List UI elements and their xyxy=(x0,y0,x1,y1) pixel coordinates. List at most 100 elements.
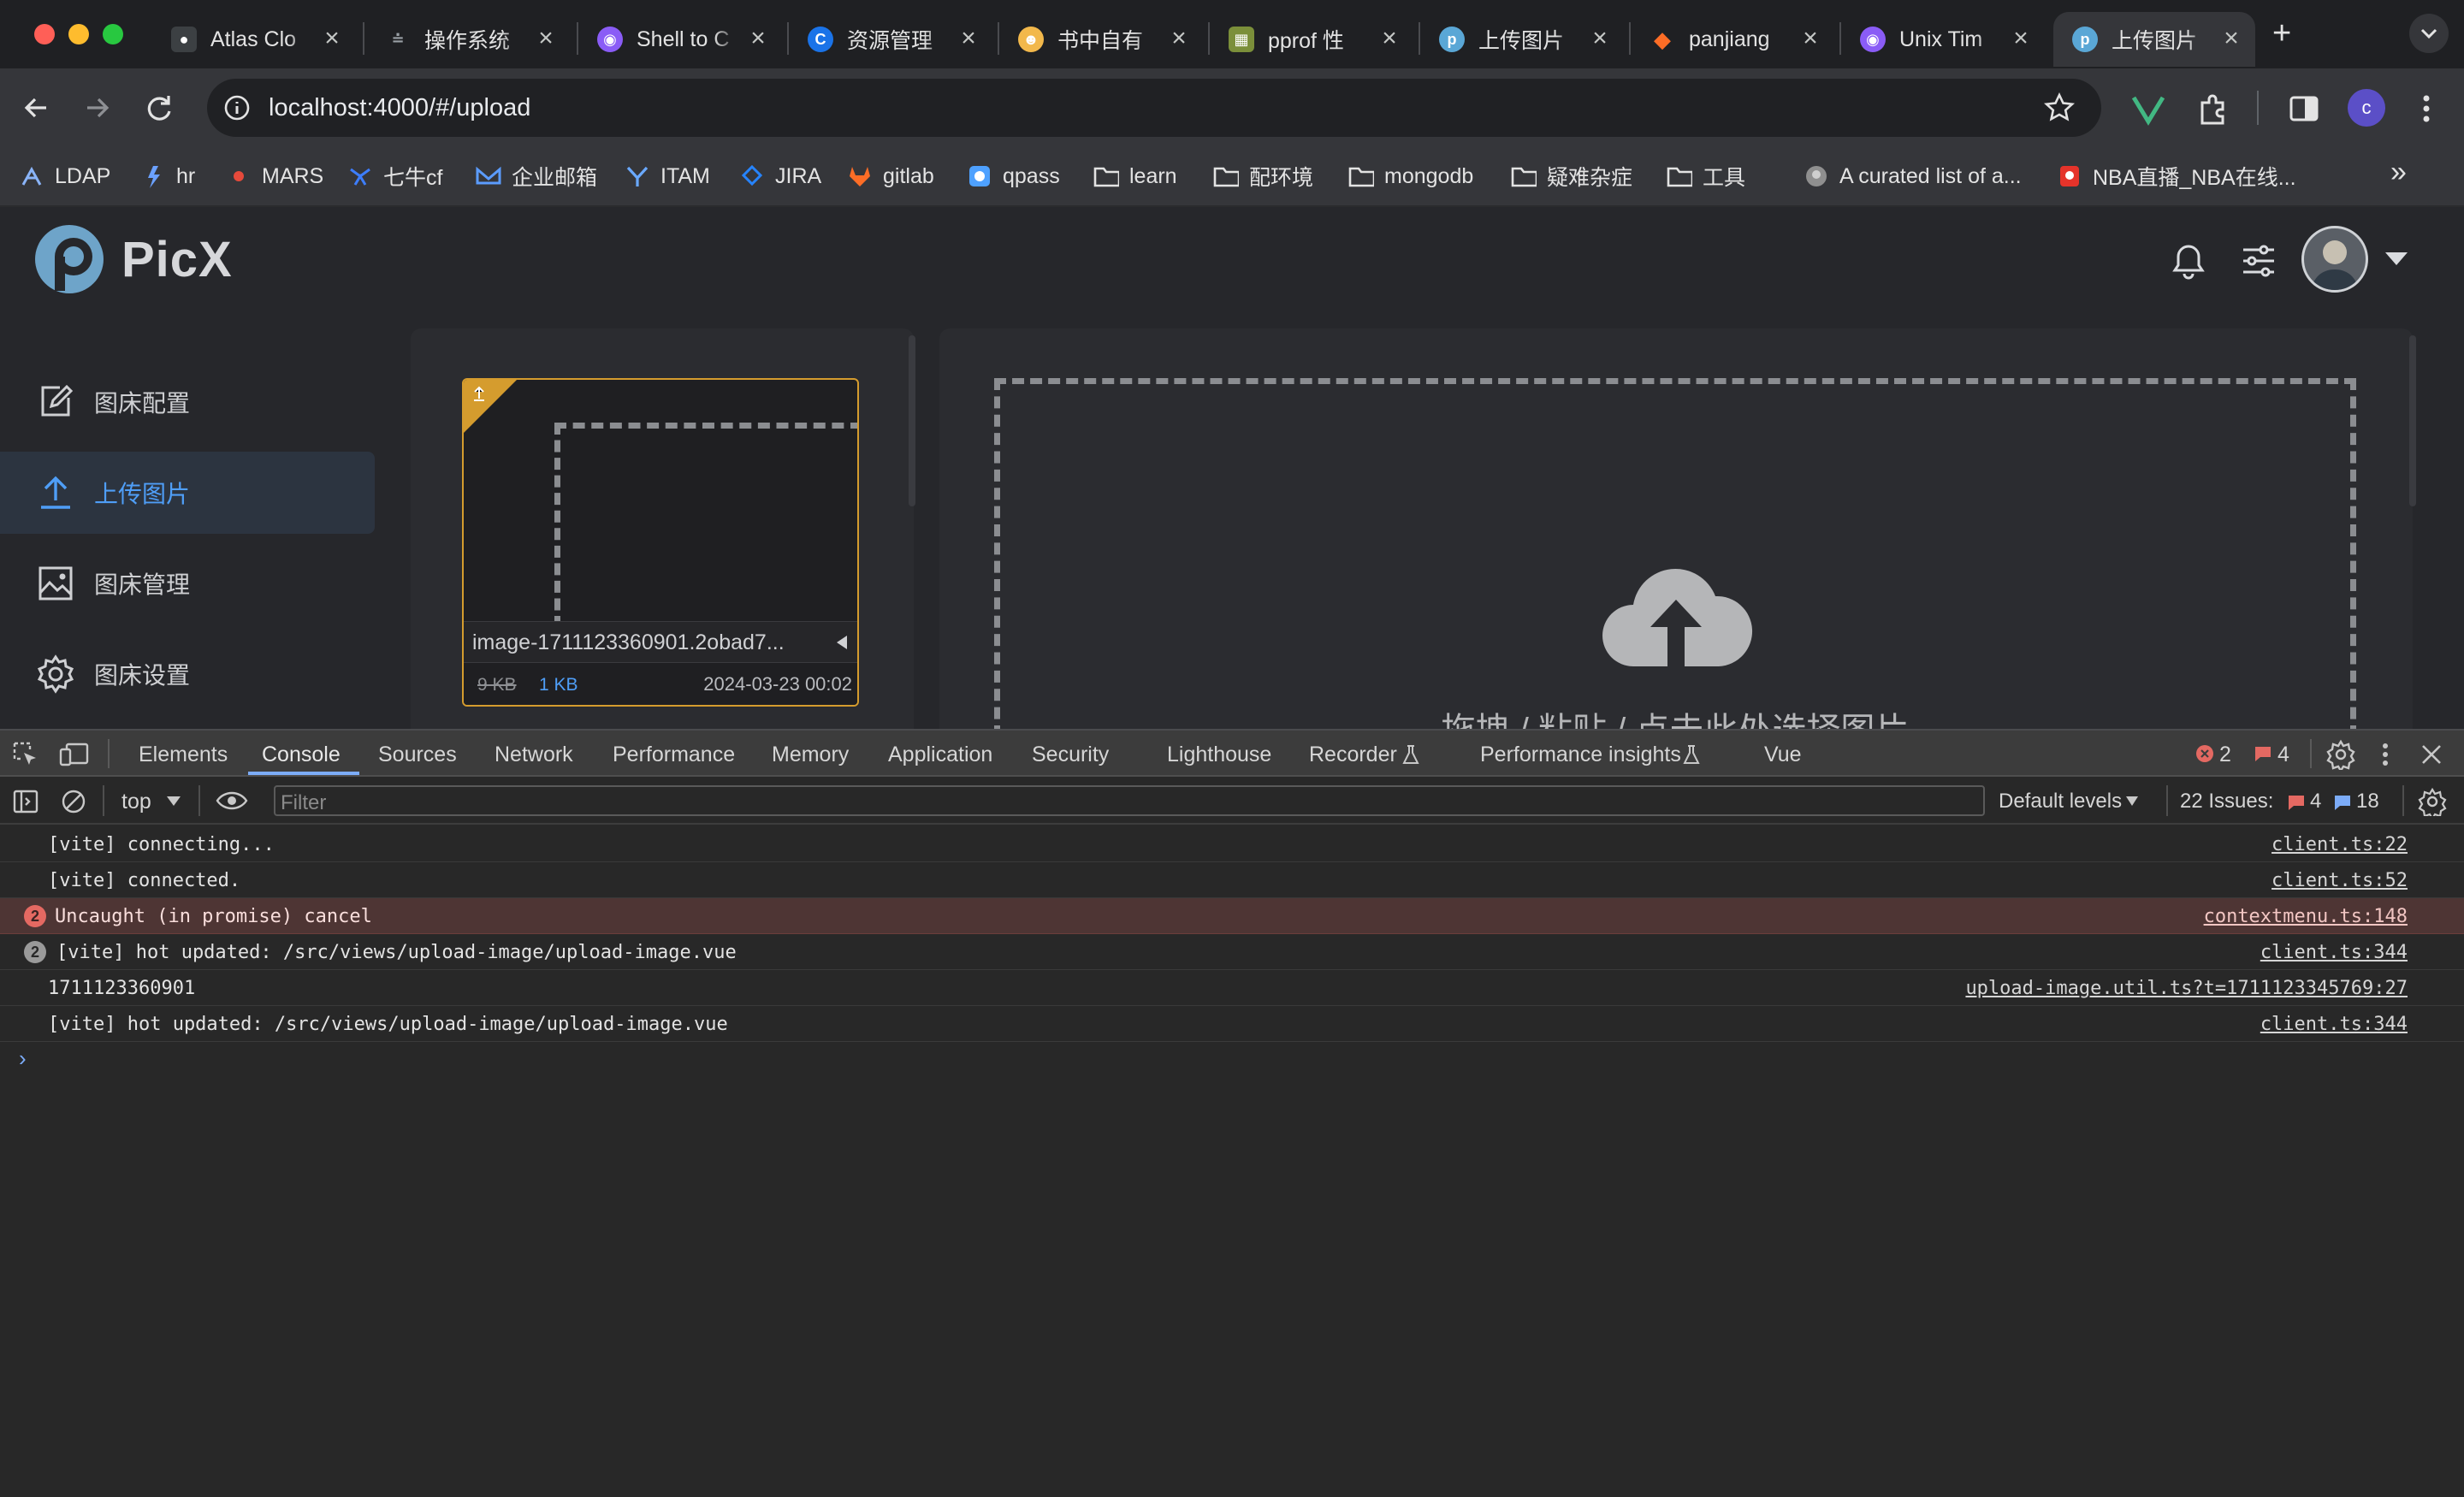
close-tab-icon[interactable]: × xyxy=(1588,26,1612,51)
nav-item-manage[interactable]: 图床管理 xyxy=(0,542,375,624)
console-filter-input[interactable]: Filter xyxy=(274,785,1985,816)
close-tab-icon[interactable]: × xyxy=(1377,26,1401,51)
bookmark-item[interactable]: learn xyxy=(1093,161,1177,192)
notification-bell-icon[interactable] xyxy=(2170,241,2207,281)
tab-search-button[interactable] xyxy=(2409,14,2449,53)
browser-tab-active[interactable]: p 上传图片 × xyxy=(2053,12,2255,67)
issues-info-count[interactable]: 18 xyxy=(2356,790,2379,814)
devtools-tab-performance[interactable]: Performance xyxy=(613,743,735,767)
close-tab-icon[interactable]: × xyxy=(957,26,980,51)
more-options-icon[interactable] xyxy=(2413,91,2440,127)
bookmark-item[interactable]: JIRA xyxy=(739,161,821,192)
reload-icon[interactable] xyxy=(142,91,176,125)
live-expression-eye-icon[interactable] xyxy=(216,789,248,813)
new-tab-button[interactable]: + xyxy=(2272,15,2291,52)
devtools-more-icon[interactable] xyxy=(2375,739,2396,770)
console-source-link[interactable]: client.ts:22 xyxy=(2272,834,2408,855)
uploaded-image-card[interactable]: image-1711123360901.2obad7... 9 KB 1 KB … xyxy=(462,378,859,707)
console-message[interactable]: [vite] connecting... client.ts:22 xyxy=(0,826,2464,862)
bookmark-item[interactable]: 企业邮箱 xyxy=(476,161,597,192)
upload-area-scrollbar[interactable] xyxy=(2409,335,2416,506)
bookmark-item[interactable]: 工具 xyxy=(1667,161,1745,192)
bookmark-star-icon[interactable] xyxy=(2043,92,2076,124)
close-tab-icon[interactable]: × xyxy=(1167,26,1191,51)
device-toolbar-icon[interactable] xyxy=(58,741,91,768)
settings-sliders-icon[interactable] xyxy=(2240,241,2277,281)
clear-console-icon[interactable] xyxy=(60,789,87,814)
bookmark-item[interactable]: 疑难杂症 xyxy=(1511,161,1632,192)
bookmark-item[interactable]: gitlab xyxy=(847,161,934,192)
devtools-tab-vue[interactable]: Vue xyxy=(1764,743,1802,767)
bookmark-item[interactable]: LDAP xyxy=(19,161,110,192)
minimize-window-button[interactable] xyxy=(68,24,89,44)
console-source-link[interactable]: contextmenu.ts:148 xyxy=(2204,906,2408,927)
close-tab-icon[interactable]: × xyxy=(320,26,344,51)
nav-item-config[interactable]: 图床配置 xyxy=(0,361,375,443)
browser-tab[interactable]: ◆ panjiang × xyxy=(1631,12,1834,67)
devtools-tab-elements[interactable]: Elements xyxy=(139,743,228,767)
bookmark-item[interactable]: MARS xyxy=(226,161,323,192)
console-settings-gear-icon[interactable] xyxy=(2418,787,2447,816)
console-message[interactable]: [vite] hot updated: /src/views/upload-im… xyxy=(0,1006,2464,1042)
address-bar[interactable]: localhost:4000/#/upload xyxy=(207,79,2101,137)
console-prompt[interactable]: › xyxy=(19,1045,27,1072)
console-source-link[interactable]: client.ts:344 xyxy=(2260,942,2408,963)
site-info-icon[interactable] xyxy=(222,93,252,122)
issues-label[interactable]: 22 Issues: xyxy=(2180,790,2273,814)
close-tab-icon[interactable]: × xyxy=(2009,26,2033,51)
browser-tab[interactable]: ● Atlas Clo × xyxy=(152,12,356,67)
devtools-close-icon[interactable] xyxy=(2418,741,2445,768)
devtools-tab-network[interactable]: Network xyxy=(495,743,573,767)
image-drop-zone[interactable]: 拖拽 / 粘贴 / 点击此处选择图片 xyxy=(994,378,2356,729)
browser-tab[interactable]: ◉ Unix Tim × xyxy=(1841,12,2045,67)
bookmark-item[interactable]: 配环境 xyxy=(1213,161,1313,192)
console-message[interactable]: 2 [vite] hot updated: /src/views/upload-… xyxy=(0,934,2464,970)
back-arrow-icon[interactable] xyxy=(19,91,53,125)
close-tab-icon[interactable]: × xyxy=(2219,26,2243,51)
user-menu-caret-icon[interactable] xyxy=(2384,250,2409,267)
nav-item-upload[interactable]: 上传图片 xyxy=(0,452,375,534)
url-text[interactable]: localhost:4000/#/upload xyxy=(269,94,530,122)
console-error-message[interactable]: 2 Uncaught (in promise) cancel contextme… xyxy=(0,898,2464,934)
extensions-puzzle-icon[interactable] xyxy=(2195,91,2231,127)
close-tab-icon[interactable]: × xyxy=(534,26,558,51)
console-message[interactable]: 1711123360901 upload-image.util.ts?t=171… xyxy=(0,970,2464,1006)
browser-tab[interactable]: p 上传图片 × xyxy=(1420,12,1624,67)
collapse-arrow-icon[interactable] xyxy=(835,634,849,651)
console-sidebar-icon[interactable] xyxy=(12,789,39,814)
browser-tab[interactable]: C 资源管理 × xyxy=(789,12,992,67)
devtools-tab-lighthouse[interactable]: Lighthouse xyxy=(1167,743,1271,767)
devtools-tab-sources[interactable]: Sources xyxy=(378,743,457,767)
bookmark-item[interactable]: ITAM xyxy=(625,161,710,192)
forward-arrow-icon[interactable] xyxy=(80,91,115,125)
devtools-settings-gear-icon[interactable] xyxy=(2325,739,2356,770)
close-tab-icon[interactable]: × xyxy=(746,26,770,51)
console-source-link[interactable]: client.ts:344 xyxy=(2260,1014,2408,1035)
console-message[interactable]: [vite] connected. client.ts:52 xyxy=(0,862,2464,898)
error-count[interactable]: 2 xyxy=(2219,743,2231,767)
warning-count[interactable]: 4 xyxy=(2277,743,2289,767)
nav-item-settings[interactable]: 图床设置 xyxy=(0,633,375,715)
devtools-tab-application[interactable]: Application xyxy=(888,743,992,767)
devtools-tab-recorder[interactable]: Recorder xyxy=(1309,743,1397,767)
side-panel-icon[interactable] xyxy=(2286,91,2322,127)
vue-devtools-extension-icon[interactable] xyxy=(2130,91,2166,127)
devtools-tab-security[interactable]: Security xyxy=(1032,743,1109,767)
user-avatar[interactable] xyxy=(2301,226,2368,293)
maximize-window-button[interactable] xyxy=(103,24,123,44)
profile-avatar[interactable]: c xyxy=(2348,89,2385,127)
context-caret-icon[interactable] xyxy=(166,796,181,808)
browser-tab[interactable]: ▦ pprof 性 × xyxy=(1210,12,1413,67)
issues-warning-count[interactable]: 4 xyxy=(2310,790,2321,814)
bookmark-item[interactable]: A curated list of a... xyxy=(1804,161,2022,192)
console-source-link[interactable]: client.ts:52 xyxy=(2272,870,2408,891)
bookmark-item[interactable]: NBA直播_NBA在线... xyxy=(2057,161,2296,192)
bookmark-item[interactable]: qpass xyxy=(967,161,1060,192)
devtools-tab-console[interactable]: Console xyxy=(262,743,341,767)
app-logo[interactable]: PicX xyxy=(33,222,233,296)
browser-tab[interactable]: ≐ 操作系统 × xyxy=(366,12,570,67)
bookmark-item[interactable]: hr xyxy=(140,161,195,192)
bookmark-item[interactable]: mongodb xyxy=(1348,161,1473,192)
inspect-element-icon[interactable] xyxy=(12,741,41,768)
context-selector[interactable]: top xyxy=(121,790,151,814)
